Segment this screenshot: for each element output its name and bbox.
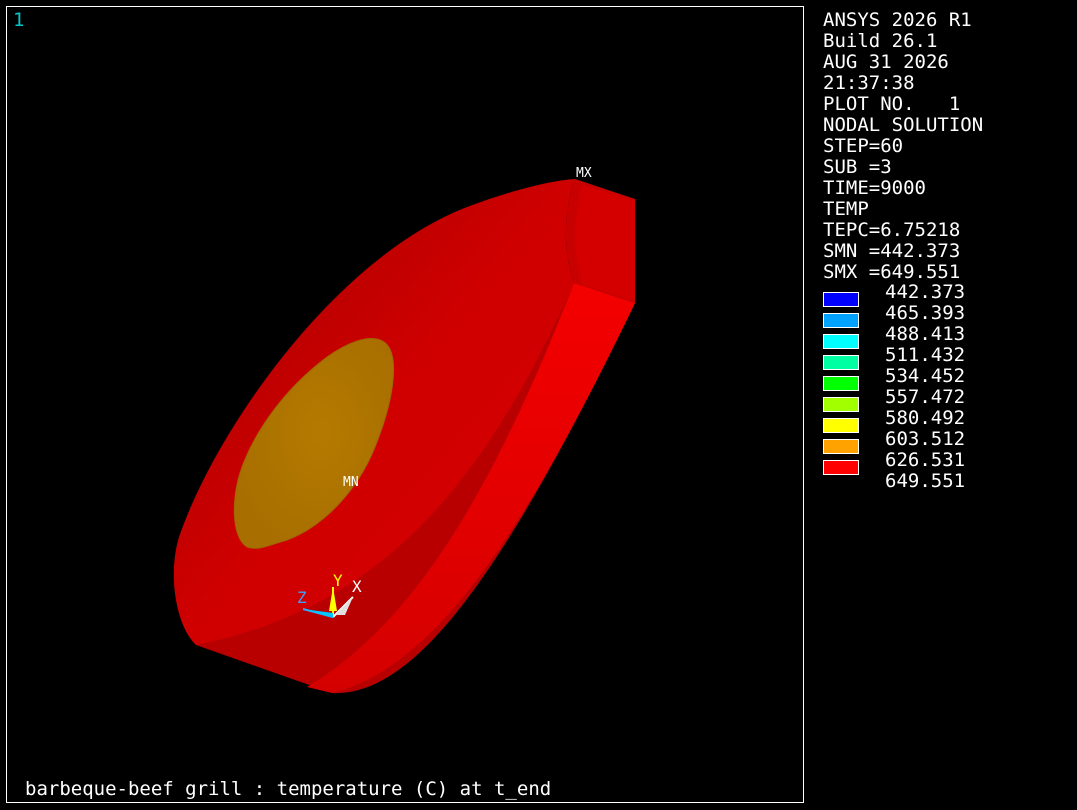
legend-swatch (823, 460, 859, 475)
legend-swatch (823, 418, 859, 433)
info-line-solution-type: NODAL SOLUTION (823, 114, 984, 136)
plot-caption: barbeque-beef grill : temperature (C) at… (25, 778, 552, 800)
legend-swatch (823, 376, 859, 391)
legend-value: 442.373 (885, 281, 966, 303)
model-plot[interactable] (7, 7, 803, 802)
legend-value: 465.393 (885, 302, 966, 324)
info-line-product: ANSYS 2026 R1 (823, 9, 972, 31)
info-line-tepc: TEPC=6.75218 (823, 219, 961, 241)
legend-swatch (823, 334, 859, 349)
info-line-smx: SMX =649.551 (823, 261, 961, 283)
legend-swatch (823, 313, 859, 328)
info-line-build: Build 26.1 (823, 30, 938, 52)
info-line-time: 21:37:38 (823, 72, 915, 94)
info-line-item: TEMP (823, 198, 869, 220)
legend-value: 603.512 (885, 428, 966, 450)
legend-value: 511.432 (885, 344, 966, 366)
legend-value: 626.531 (885, 449, 966, 471)
legend-value-max: 649.551 (885, 470, 966, 492)
info-line-date: AUG 31 2026 (823, 51, 949, 73)
min-marker-label: MN (343, 475, 359, 490)
triad-z-label: Z (297, 588, 307, 607)
model-top-cap-highlight (575, 185, 635, 301)
info-line-step: STEP=60 (823, 135, 904, 157)
ansys-graphics-window: 1 MX MN Y X Z barbeque-beef grill: temp… (0, 0, 1077, 810)
info-line-substep: SUB =3 (823, 156, 892, 178)
info-line-plot-no: PLOT NO. 1 (823, 93, 961, 115)
triad-y-label: Y (333, 571, 343, 590)
triad-x-label: X (352, 577, 362, 596)
legend-swatch (823, 439, 859, 454)
max-marker-label: MX (576, 166, 592, 181)
info-line-smn: SMN =442.373 (823, 240, 961, 262)
legend-swatch (823, 355, 859, 370)
legend-swatch (823, 397, 859, 412)
plot-info-panel: ANSYS 2026 R1 Build 26.1 AUG 31 2026 21:… (823, 10, 983, 283)
info-line-solution-time: TIME=9000 (823, 177, 926, 199)
legend-value: 557.472 (885, 386, 966, 408)
graphics-viewport[interactable]: 1 MX MN Y X Z barbeque-beef grill: temp… (6, 6, 804, 803)
legend-value: 488.413 (885, 323, 966, 345)
legend-value: 534.452 (885, 365, 966, 387)
legend-value: 580.492 (885, 407, 966, 429)
legend-swatch (823, 292, 859, 307)
